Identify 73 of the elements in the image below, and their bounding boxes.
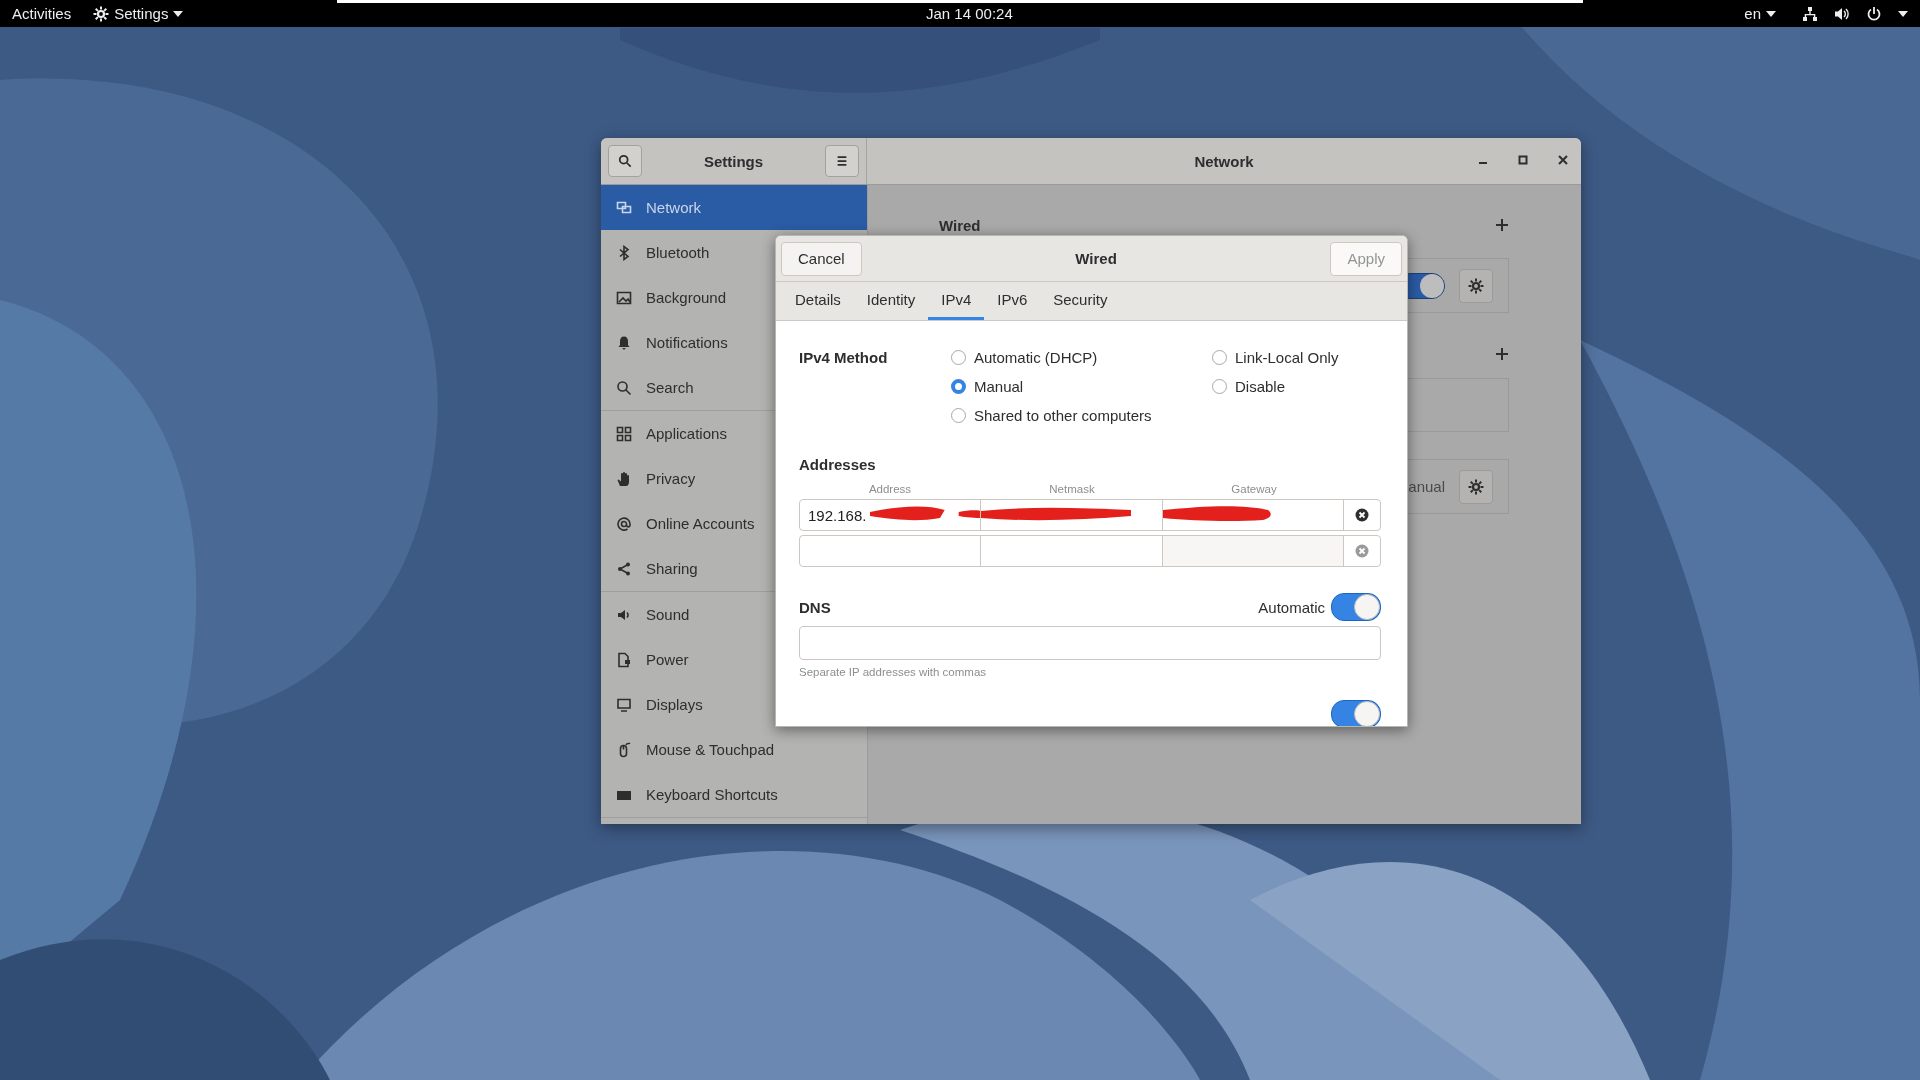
battery-plug-icon (616, 651, 632, 668)
monitor-icon (616, 696, 632, 713)
settings-button[interactable] (1459, 469, 1493, 504)
tab[interactable]: Security (1040, 282, 1121, 320)
toggle-switch[interactable] (1331, 593, 1381, 621)
grid-icon (616, 425, 632, 442)
tab[interactable]: Identity (853, 282, 929, 320)
bell-icon (616, 334, 632, 351)
share-icon (616, 560, 632, 577)
gear-icon (93, 5, 110, 22)
network-icon (616, 199, 632, 216)
add-icon[interactable] (1495, 347, 1509, 361)
add-icon[interactable] (1495, 218, 1509, 232)
section-title: Wired (939, 216, 981, 234)
remove-icon[interactable] (1355, 508, 1369, 522)
search-icon (618, 154, 632, 168)
column-header: Gateway (1230, 483, 1278, 495)
column-header: Netmask (1048, 483, 1096, 495)
at-sign-icon (616, 515, 632, 532)
hint-text: Separate IP addresses with commas (799, 666, 988, 678)
menu-button[interactable] (825, 145, 859, 177)
close-icon[interactable] (1557, 154, 1569, 166)
radio-button[interactable] (1212, 379, 1227, 394)
tab[interactable]: IPv6 (984, 282, 1041, 320)
activities-button[interactable]: Activities (0, 5, 84, 22)
sidebar-item[interactable]: Keyboard Shortcuts (601, 772, 867, 817)
netmask-field[interactable] (981, 500, 1163, 530)
clock[interactable]: Jan 14 00:24 (914, 5, 1025, 22)
gear-icon (1468, 277, 1484, 294)
radio-button[interactable] (1212, 350, 1227, 365)
toggle-switch[interactable] (1331, 700, 1381, 726)
sidebar-item[interactable]: Mouse & Touchpad (601, 727, 867, 772)
app-menu[interactable]: Settings (83, 5, 194, 22)
power-icon[interactable] (1866, 5, 1882, 22)
radio-option[interactable]: Link-Local Only (1212, 343, 1339, 372)
hand-icon (616, 470, 632, 487)
radio-button[interactable] (951, 408, 966, 423)
tab[interactable]: Details (782, 282, 854, 320)
radio-option[interactable]: Manual (951, 372, 1212, 401)
connection-status: anual (1408, 478, 1445, 495)
search-button[interactable] (608, 145, 642, 177)
sidebar-title: Settings (703, 152, 764, 170)
menu-icon (835, 154, 849, 168)
gateway-field[interactable] (1162, 500, 1344, 530)
section-heading: DNS (799, 598, 832, 616)
column-header: Address (867, 483, 913, 495)
volume-icon[interactable] (1834, 5, 1850, 22)
maximize-icon[interactable] (1517, 154, 1529, 166)
search-icon (616, 379, 632, 396)
radio-button[interactable] (951, 350, 966, 365)
network-icon[interactable] (1802, 5, 1818, 22)
address-field[interactable]: 192.168. (800, 500, 982, 530)
dns-field[interactable] (799, 626, 1381, 660)
field-label: IPv4 Method (799, 348, 889, 368)
caret-icon (1766, 10, 1776, 17)
radio-option[interactable]: Automatic (DHCP) (951, 343, 1212, 372)
gear-icon (1468, 478, 1484, 495)
caret-icon[interactable] (1898, 10, 1908, 17)
window-title: Network (1194, 152, 1254, 170)
radio-option[interactable]: Disable (1212, 372, 1339, 401)
settings-button[interactable] (1459, 268, 1493, 303)
cancel-button[interactable]: Cancel (781, 241, 862, 276)
section-heading: Addresses (799, 456, 877, 473)
radio-button[interactable] (951, 379, 966, 394)
language-menu[interactable]: en (1734, 5, 1786, 22)
tab[interactable]: IPv4 (928, 282, 985, 320)
image-icon (616, 289, 632, 306)
caret-icon (173, 10, 184, 17)
dialog-title: Wired (1075, 250, 1117, 267)
sidebar-item[interactable]: Network (601, 185, 867, 230)
toggle-label: Automatic (1258, 598, 1325, 616)
gateway-field[interactable] (1162, 536, 1344, 566)
radio-option[interactable]: Shared to other computers (951, 401, 1212, 430)
